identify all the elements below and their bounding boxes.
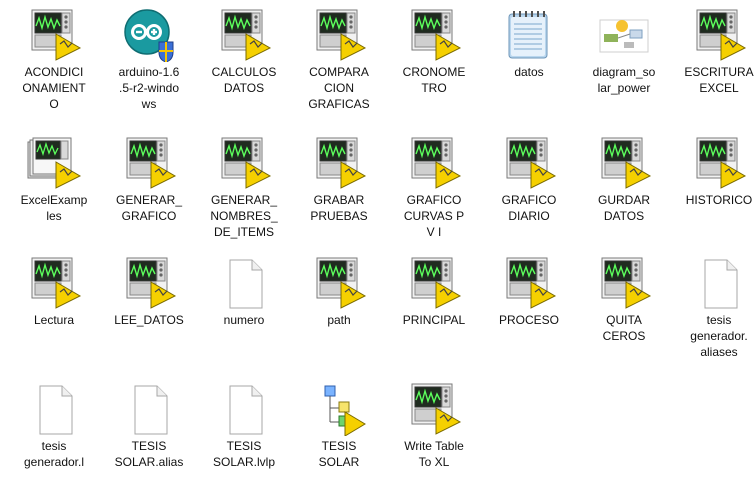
file-item[interactable]: diagram_so lar_power bbox=[578, 0, 670, 120]
file-item[interactable]: datos bbox=[483, 0, 575, 120]
labview-project-icon bbox=[311, 382, 367, 436]
file-label: numero bbox=[223, 313, 265, 327]
file-label: ESCRITURA EXCEL bbox=[684, 65, 754, 95]
file-label: GURDAR DATOS bbox=[597, 193, 650, 223]
file-label: GRAFICO DIARIO bbox=[501, 193, 557, 223]
file-item[interactable]: Write Table To XL bbox=[388, 374, 480, 494]
file-label: TESIS SOLAR bbox=[318, 439, 360, 469]
file-item[interactable]: GURDAR DATOS bbox=[578, 128, 670, 248]
labview-vi-icon bbox=[406, 8, 462, 62]
file-item[interactable]: numero bbox=[198, 248, 290, 368]
labview-vi-icon bbox=[501, 256, 557, 310]
labview-vi-icon bbox=[216, 8, 272, 62]
file-label: GENERAR_ GRAFICO bbox=[115, 193, 183, 223]
file-label: PROCESO bbox=[498, 313, 559, 327]
file-label: ACONDICI ONAMIENT O bbox=[22, 65, 86, 111]
file-label: QUITA CEROS bbox=[602, 313, 646, 343]
file-label: PRINCIPAL bbox=[402, 313, 466, 327]
labview-vi-icon bbox=[596, 136, 652, 190]
labview-library-icon bbox=[26, 136, 82, 190]
file-label: ExcelExamp les bbox=[20, 193, 88, 223]
file-item[interactable]: GENERAR_ NOMBRES_ DE_ITEMS bbox=[198, 128, 290, 248]
file-label: GRAFICO CURVAS P V I bbox=[403, 193, 465, 239]
file-label: datos bbox=[514, 65, 544, 79]
file-label: diagram_so lar_power bbox=[592, 65, 656, 95]
labview-vi-icon bbox=[121, 136, 177, 190]
file-label: COMPARA CION GRAFICAS bbox=[308, 65, 370, 111]
blank-file-icon bbox=[691, 256, 747, 310]
file-grid: ACONDICI ONAMIENT O arduino-1.6 .5-r2-wi… bbox=[0, 0, 755, 470]
file-item[interactable]: GRAFICO DIARIO bbox=[483, 128, 575, 248]
file-item[interactable]: PROCESO bbox=[483, 248, 575, 368]
labview-vi-icon bbox=[691, 8, 747, 62]
labview-vi-icon bbox=[311, 256, 367, 310]
file-item[interactable]: ESCRITURA EXCEL bbox=[673, 0, 755, 120]
file-item[interactable]: ACONDICI ONAMIENT O bbox=[8, 0, 100, 120]
labview-vi-icon bbox=[216, 136, 272, 190]
blank-file-icon bbox=[216, 382, 272, 436]
file-item[interactable]: PRINCIPAL bbox=[388, 248, 480, 368]
file-label: LEE_DATOS bbox=[114, 313, 184, 327]
file-label: arduino-1.6 .5-r2-windo ws bbox=[118, 65, 180, 111]
file-item[interactable]: arduino-1.6 .5-r2-windo ws bbox=[103, 0, 195, 120]
file-item[interactable]: GRABAR PRUEBAS bbox=[293, 128, 385, 248]
file-item[interactable]: TESIS SOLAR bbox=[293, 374, 385, 494]
arduino-installer-icon bbox=[121, 8, 177, 62]
file-label: HISTORICO bbox=[685, 193, 753, 207]
file-item[interactable]: path bbox=[293, 248, 385, 368]
file-item[interactable]: tesis generador. aliases bbox=[673, 248, 755, 368]
notepad-text-icon bbox=[501, 8, 557, 62]
file-item[interactable]: ExcelExamp les bbox=[8, 128, 100, 248]
file-item[interactable]: TESIS SOLAR.alias bbox=[103, 374, 195, 494]
file-item[interactable]: Lectura bbox=[8, 248, 100, 368]
labview-vi-icon bbox=[406, 382, 462, 436]
file-item[interactable]: GRAFICO CURVAS P V I bbox=[388, 128, 480, 248]
file-label: tesis generador.l bbox=[23, 439, 85, 469]
labview-vi-icon bbox=[406, 256, 462, 310]
file-item[interactable]: HISTORICO bbox=[673, 128, 755, 248]
file-item[interactable]: GENERAR_ GRAFICO bbox=[103, 128, 195, 248]
file-item[interactable]: CRONOME TRO bbox=[388, 0, 480, 120]
blank-file-icon bbox=[121, 382, 177, 436]
file-label: Write Table To XL bbox=[404, 439, 464, 469]
file-label: GENERAR_ NOMBRES_ DE_ITEMS bbox=[210, 193, 278, 239]
labview-vi-icon bbox=[311, 8, 367, 62]
file-label: TESIS SOLAR.alias bbox=[114, 439, 184, 469]
labview-vi-icon bbox=[26, 8, 82, 62]
file-label: CALCULOS DATOS bbox=[211, 65, 277, 95]
labview-vi-icon bbox=[121, 256, 177, 310]
file-item[interactable]: COMPARA CION GRAFICAS bbox=[293, 0, 385, 120]
file-label: path bbox=[327, 313, 351, 327]
file-item[interactable]: CALCULOS DATOS bbox=[198, 0, 290, 120]
labview-vi-icon bbox=[26, 256, 82, 310]
labview-vi-icon bbox=[406, 136, 462, 190]
file-label: CRONOME TRO bbox=[402, 65, 466, 95]
file-label: tesis generador. aliases bbox=[690, 313, 748, 359]
file-label: TESIS SOLAR.lvlp bbox=[212, 439, 276, 469]
file-item[interactable]: LEE_DATOS bbox=[103, 248, 195, 368]
image-file-icon bbox=[596, 8, 652, 62]
file-label: Lectura bbox=[33, 313, 75, 327]
blank-file-icon bbox=[216, 256, 272, 310]
labview-vi-icon bbox=[691, 136, 747, 190]
labview-vi-icon bbox=[501, 136, 557, 190]
file-item[interactable]: tesis generador.l bbox=[8, 374, 100, 494]
file-item[interactable]: QUITA CEROS bbox=[578, 248, 670, 368]
blank-file-icon bbox=[26, 382, 82, 436]
file-item[interactable]: TESIS SOLAR.lvlp bbox=[198, 374, 290, 494]
labview-vi-icon bbox=[596, 256, 652, 310]
file-label: GRABAR PRUEBAS bbox=[310, 193, 368, 223]
labview-vi-icon bbox=[311, 136, 367, 190]
